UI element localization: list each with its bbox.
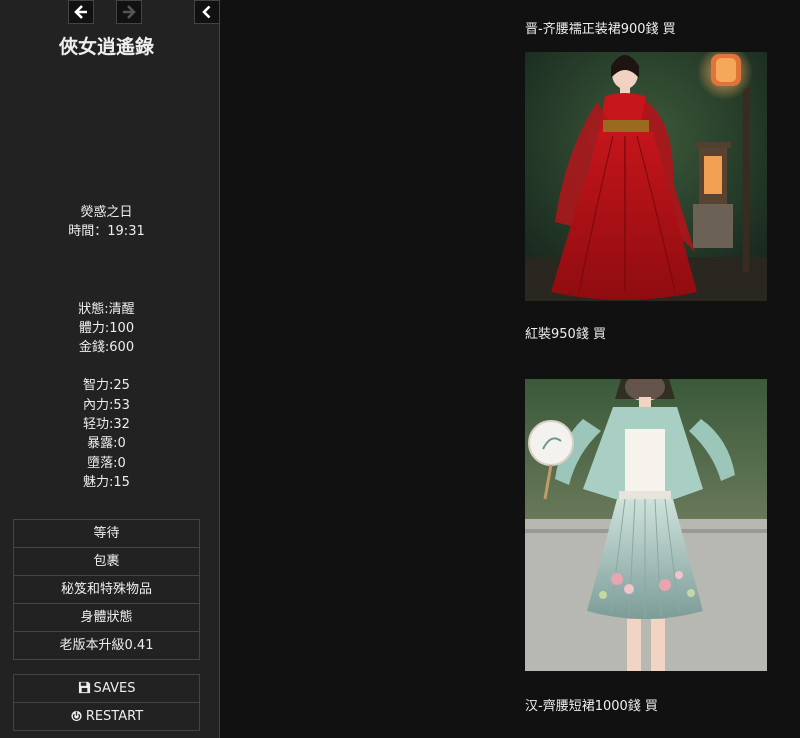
status-text: 狀態:清醒 — [78, 302, 135, 317]
inner-power-text: 內力:53 — [83, 398, 130, 413]
history-back-button[interactable] — [68, 0, 94, 24]
floppy-disk-icon — [78, 681, 90, 694]
red-hanfu-dress-photo — [525, 52, 767, 301]
money-text: 金錢:600 — [78, 340, 135, 355]
intelligence-text: 智力:25 — [83, 378, 130, 393]
menu-item-wait[interactable]: 等待 — [14, 520, 199, 547]
chevron-left-icon — [202, 5, 211, 19]
menu-item-body-status[interactable]: 身體狀態 — [14, 603, 199, 631]
arrow-left-icon — [74, 5, 87, 19]
saves-button[interactable]: SAVES — [14, 675, 199, 702]
menu-item-inventory[interactable]: 包裹 — [14, 547, 199, 575]
restart-label: RESTART — [85, 709, 144, 724]
arrow-right-icon — [123, 5, 136, 19]
sidebar-stow-button[interactable] — [194, 0, 220, 24]
day-text: 熒惑之日 — [80, 205, 133, 220]
corruption-text: 墮落:0 — [87, 456, 126, 471]
system-menu: SAVES RESTART — [13, 674, 200, 731]
qinggong-text: 轻功:32 — [83, 417, 130, 432]
restart-button[interactable]: RESTART — [14, 702, 199, 730]
menu-item-upgrade[interactable]: 老版本升級0.41 — [14, 631, 199, 659]
story-title: 俠女逍遙錄 — [58, 36, 154, 58]
stamina-text: 體力:100 — [78, 321, 135, 336]
shop-item-label[interactable]: 晋-齐腰襦正装裙900錢 買 — [525, 18, 676, 37]
power-icon — [71, 710, 82, 722]
story-menu: 等待 包裹 秘笈和特殊物品 身體狀態 老版本升級0.41 — [13, 519, 200, 660]
time-text: 時間：19:31 — [68, 224, 145, 239]
exposure-text: 暴露:0 — [87, 436, 126, 451]
mint-hanfu-short-skirt-photo — [525, 379, 767, 671]
charm-text: 魅力:15 — [83, 475, 130, 490]
saves-label: SAVES — [93, 681, 136, 696]
history-forward-button[interactable] — [116, 0, 142, 24]
menu-item-secret-items[interactable]: 秘笈和特殊物品 — [14, 575, 199, 603]
passage: 晋-齐腰襦正装裙900錢 買 紅裝950錢 買 汉-齊腰短裙1000錢 買 — [221, 0, 800, 738]
shop-item-label[interactable]: 紅裝950錢 買 — [525, 323, 606, 342]
shop-item-label[interactable]: 汉-齊腰短裙1000錢 買 — [525, 695, 658, 714]
ui-bar: 俠女逍遙錄 熒惑之日 時間：19:31 狀態:清醒 體力:100 金錢:600 … — [0, 0, 220, 738]
